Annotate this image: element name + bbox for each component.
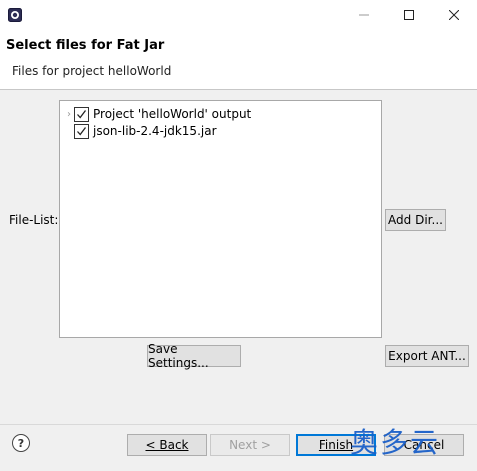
back-button-label: < Back [145,438,189,452]
next-button[interactable]: Next > [210,434,290,456]
add-dir-button[interactable]: Add Dir... [385,209,446,231]
save-settings-button[interactable]: Save Settings... [147,342,241,370]
tree-item-json-lib[interactable]: json-lib-2.4-jdk15.jar [74,122,217,140]
page-title: Select files for Fat Jar [6,38,165,53]
checkbox-json-lib[interactable] [74,123,89,139]
maximize-button[interactable] [386,0,432,30]
tree-item-project-output[interactable]: › Project 'helloWorld' output [64,105,251,123]
help-icon[interactable]: ? [12,434,30,452]
maximize-icon [404,10,414,20]
check-icon [77,109,87,119]
tree-item-label: json-lib-2.4-jdk15.jar [93,124,217,138]
check-icon [77,126,87,136]
chevron-right-icon[interactable]: › [64,109,74,120]
back-button[interactable]: < Back [127,434,207,456]
close-button[interactable] [431,0,477,30]
finish-button-label: Finish [318,438,354,452]
tree-item-label: Project 'helloWorld' output [93,107,252,121]
file-tree[interactable]: › Project 'helloWorld' output json-lib-2… [59,100,382,338]
close-icon [449,10,459,20]
file-list-label: File-List: [9,213,59,227]
export-ant-button[interactable]: Export ANT... [385,345,469,367]
next-button-label: Next > [229,438,271,452]
page-subtitle: Files for project helloWorld [12,64,172,78]
app-icon [8,8,22,22]
checkbox-project-output[interactable] [74,106,89,122]
minimize-icon [359,14,369,16]
watermark-logo: 奥多云 [350,426,441,459]
minimize-button[interactable] [341,0,387,30]
